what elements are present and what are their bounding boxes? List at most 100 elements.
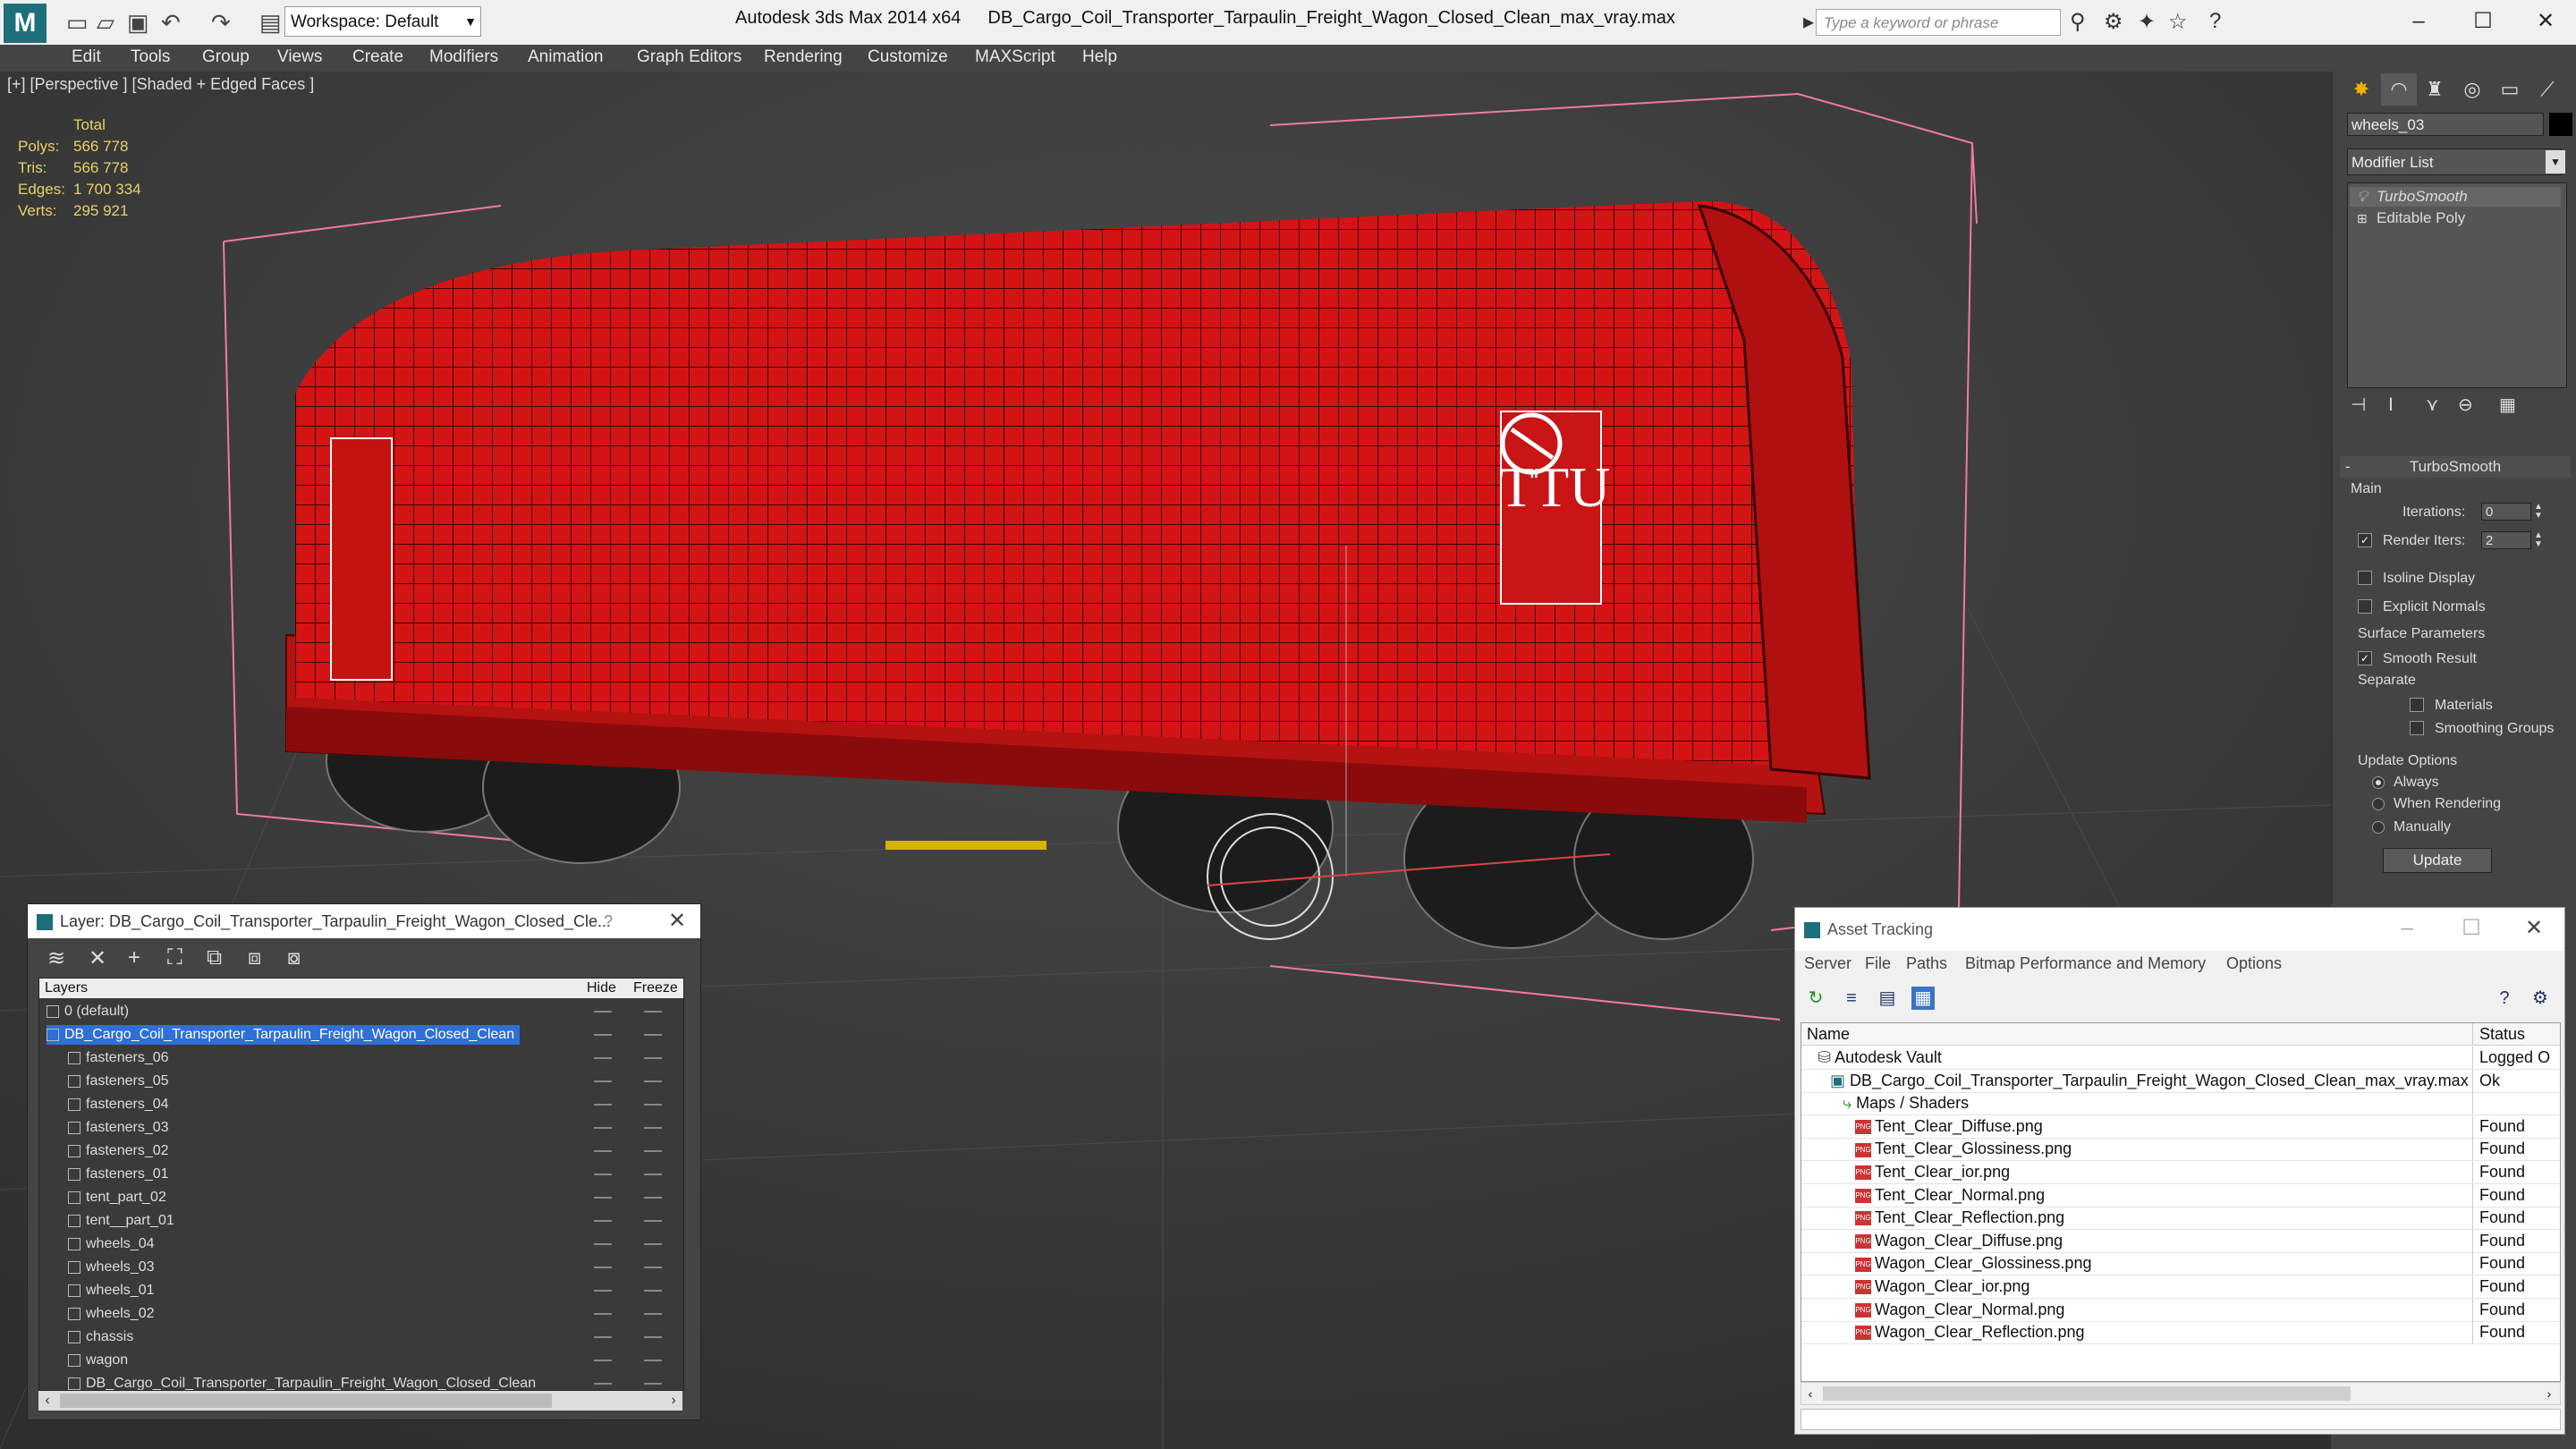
column-name[interactable]: Name <box>1807 1025 1850 1044</box>
menu-maxscript[interactable]: MAXScript <box>975 47 1055 67</box>
pin-stack-icon[interactable]: ⊣ <box>2351 394 2366 416</box>
maximize-icon[interactable]: ☐ <box>2453 911 2489 945</box>
hide-toggle[interactable] <box>594 1104 612 1106</box>
asset-window-titlebar[interactable]: Asset Tracking <box>1795 908 2564 951</box>
asset-name[interactable]: PNG Wagon_Clear_ior.png <box>1855 1277 2029 1296</box>
hide-toggle[interactable] <box>594 1290 612 1292</box>
redo-icon[interactable]: ↷ <box>211 9 231 37</box>
modifier-list-dropdown[interactable]: Modifier List <box>2347 148 2562 175</box>
freeze-toggle[interactable] <box>644 1057 662 1059</box>
remove-modifier-icon[interactable]: ⊖ <box>2458 394 2473 416</box>
layer-row[interactable]: wheels_04 <box>39 1234 683 1256</box>
motion-tab-icon[interactable]: ◎ <box>2454 73 2490 106</box>
hide-toggle[interactable] <box>594 1197 612 1199</box>
hide-toggle[interactable] <box>594 1267 612 1268</box>
viewport-label[interactable]: [+] [Perspective ] [Shaded + Edged Faces… <box>7 75 314 94</box>
asset-name[interactable]: ⛁ Autodesk Vault <box>1818 1048 1942 1067</box>
menu-animation[interactable]: Animation <box>528 47 604 67</box>
select-layer-icon[interactable]: ⧉ <box>207 945 222 970</box>
freeze-toggle[interactable] <box>644 1360 662 1361</box>
hide-toggle[interactable] <box>594 1383 612 1385</box>
hide-toggle[interactable] <box>594 1150 612 1152</box>
display-tab-icon[interactable]: ▭ <box>2492 73 2528 106</box>
asset-name[interactable]: PNG Wagon_Clear_Normal.png <box>1855 1301 2064 1319</box>
layer-name[interactable]: tent__part_01 <box>68 1211 180 1231</box>
minimize-button[interactable]: – <box>2392 4 2445 39</box>
menu-create[interactable]: Create <box>352 47 403 67</box>
communication-icon[interactable]: ✦ <box>2138 9 2156 35</box>
asset-menu-options[interactable]: Options <box>2226 954 2282 973</box>
render-iters-spinner[interactable]: 2 <box>2481 531 2531 549</box>
layer-name[interactable]: DB_Cargo_Coil_Transporter_Tarpaulin_Frei… <box>47 1025 521 1045</box>
select-objects-icon[interactable]: ⛶ <box>167 945 182 970</box>
turbosmooth-rollout-header[interactable]: - TurboSmooth <box>2340 456 2571 478</box>
layer-row[interactable]: fasteners_04 <box>39 1095 683 1116</box>
refresh-icon[interactable]: ↻ <box>1804 987 1827 1010</box>
table-view-icon[interactable]: ▤ <box>1876 987 1899 1010</box>
grid-view-icon[interactable]: ▦ <box>1911 987 1935 1010</box>
manually-radio[interactable] <box>2372 821 2385 834</box>
scroll-right-icon[interactable]: › <box>2540 1383 2558 1404</box>
asset-name[interactable]: PNG Tent_Clear_Reflection.png <box>1855 1208 2064 1227</box>
undo-icon[interactable]: ↶ <box>161 9 181 37</box>
scroll-thumb[interactable] <box>60 1394 552 1408</box>
menu-views[interactable]: Views <box>277 47 322 67</box>
show-end-result-icon[interactable]: Ⅰ <box>2388 394 2394 416</box>
asset-row[interactable]: PNG Wagon_Clear_Glossiness.png Found <box>1801 1252 2560 1276</box>
asset-row[interactable]: ⤷ Maps / Shaders <box>1801 1092 2560 1116</box>
smooth-result-checkbox[interactable]: ✓ <box>2358 651 2372 665</box>
smoothing-groups-checkbox[interactable] <box>2410 721 2424 735</box>
maximize-button[interactable]: ☐ <box>2456 4 2510 39</box>
asset-row[interactable]: PNG Wagon_Clear_Normal.png Found <box>1801 1298 2560 1322</box>
layer-row[interactable]: DB_Cargo_Coil_Transporter_Tarpaulin_Frei… <box>39 1374 683 1390</box>
freeze-toggle[interactable] <box>644 1220 662 1222</box>
layer-name[interactable]: wheels_04 <box>68 1234 160 1254</box>
object-color-swatch[interactable] <box>2549 113 2572 136</box>
asset-menu-paths[interactable]: Paths <box>1906 954 1947 973</box>
layer-row[interactable]: wheels_03 <box>39 1258 683 1279</box>
hide-toggle[interactable] <box>594 1174 612 1175</box>
expand-plus-icon[interactable]: ⊞ <box>2357 208 2368 228</box>
when-rendering-radio[interactable] <box>2372 798 2385 810</box>
layer-row[interactable]: fasteners_06 <box>39 1048 683 1070</box>
asset-row[interactable]: PNG Tent_Clear_Normal.png Found <box>1801 1183 2560 1208</box>
horizontal-scrollbar[interactable]: ‹ › <box>38 1391 682 1411</box>
freeze-toggle[interactable] <box>644 1034 662 1036</box>
layer-row[interactable]: wheels_01 <box>39 1281 683 1302</box>
open-file-icon[interactable]: ▱ <box>97 9 114 37</box>
layer-name[interactable]: wheels_01 <box>68 1281 160 1301</box>
close-icon[interactable]: ✕ <box>659 904 695 938</box>
layer-name[interactable]: 0 (default) <box>47 1002 134 1021</box>
explicit-normals-checkbox[interactable] <box>2358 599 2372 614</box>
asset-name[interactable]: ⤷ Maps / Shaders <box>1843 1094 1969 1113</box>
freeze-all-icon[interactable]: ⧇ <box>287 945 301 970</box>
hide-toggle[interactable] <box>594 1034 612 1036</box>
asset-row[interactable]: PNG Tent_Clear_Reflection.png Found <box>1801 1207 2560 1231</box>
layer-row[interactable]: tent__part_01 <box>39 1211 683 1233</box>
scroll-left-icon[interactable]: ‹ <box>1801 1383 1819 1404</box>
layer-name[interactable]: fasteners_06 <box>68 1048 174 1068</box>
new-file-icon[interactable]: ▭ <box>66 9 89 37</box>
layer-name[interactable]: wagon <box>68 1351 133 1370</box>
freeze-toggle[interactable] <box>644 1313 662 1315</box>
always-radio[interactable] <box>2372 776 2385 789</box>
subscription-icon[interactable]: ⚙ <box>2104 9 2123 35</box>
menu-modifiers[interactable]: Modifiers <box>429 47 498 67</box>
hide-toggle[interactable] <box>594 1127 612 1129</box>
render-iters-checkbox[interactable]: ✓ <box>2358 533 2372 547</box>
freeze-toggle[interactable] <box>644 1104 662 1106</box>
layer-row[interactable]: fasteners_03 <box>39 1118 683 1140</box>
asset-name[interactable]: ▣ DB_Cargo_Coil_Transporter_Tarpaulin_Fr… <box>1830 1072 2469 1090</box>
lightbulb-icon[interactable]: 💡︎ <box>2357 187 2368 207</box>
create-layer-icon[interactable]: ≋ <box>47 945 65 971</box>
freeze-toggle[interactable] <box>644 1127 662 1129</box>
layer-row[interactable]: fasteners_02 <box>39 1141 683 1163</box>
close-icon[interactable]: ✕ <box>2516 911 2552 945</box>
freeze-toggle[interactable] <box>644 1080 662 1082</box>
asset-row[interactable]: PNG Tent_Clear_Glossiness.png Found <box>1801 1138 2560 1162</box>
layer-row[interactable]: wheels_02 <box>39 1304 683 1326</box>
layer-row[interactable]: 0 (default) <box>39 1002 683 1023</box>
spinner-arrows-icon[interactable]: ▲ ▼ <box>2533 503 2544 521</box>
layer-name[interactable]: fasteners_01 <box>68 1165 174 1184</box>
freeze-toggle[interactable] <box>644 1267 662 1268</box>
